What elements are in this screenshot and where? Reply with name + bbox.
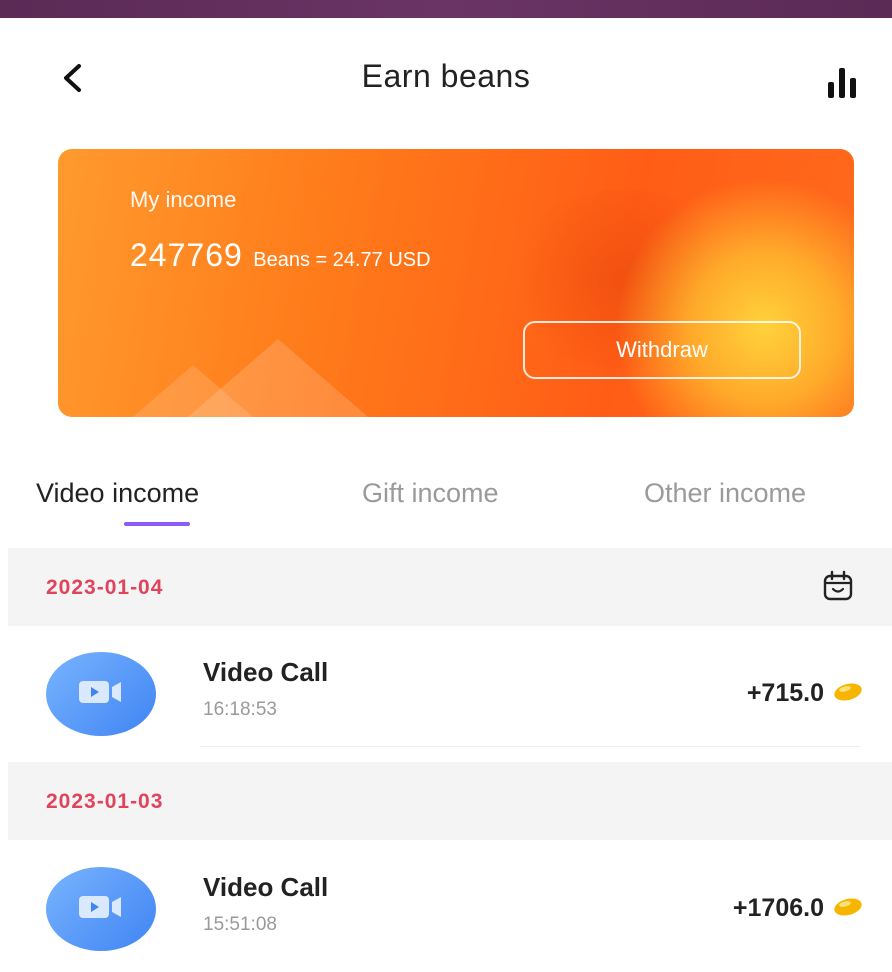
bean-coin-icon: [832, 680, 864, 707]
withdraw-button[interactable]: Withdraw: [523, 321, 801, 379]
item-time: 16:18:53: [203, 699, 277, 720]
date-label: 2023-01-04: [46, 576, 164, 599]
page-title: Earn beans: [361, 58, 531, 94]
row-divider: [200, 746, 860, 747]
date-label: 2023-01-03: [46, 790, 164, 813]
tab-video-income[interactable]: Video income: [36, 478, 199, 509]
income-conversion: Beans = 24.77 USD: [253, 249, 431, 271]
stats-button[interactable]: [822, 62, 862, 98]
date-header: 2023-01-03: [8, 762, 892, 840]
bean-coin-icon: [832, 895, 864, 922]
item-title: Video Call: [203, 657, 329, 687]
header: Earn beans: [0, 18, 892, 128]
item-title: Video Call: [203, 872, 329, 902]
decorative-mountain: [188, 339, 368, 417]
income-amount-row: 247769 Beans = 24.77 USD: [130, 237, 431, 274]
item-time: 15:51:08: [203, 914, 277, 935]
list-item[interactable]: Video Call 16:18:53 +715.0: [0, 627, 892, 757]
item-amount-group: +1706.0: [733, 894, 864, 923]
calendar-button[interactable]: [822, 570, 854, 602]
item-amount: +1706.0: [732, 894, 824, 922]
bar-chart-icon: [828, 68, 856, 98]
item-amount: +715.0: [746, 679, 824, 707]
video-camera-icon: [79, 679, 123, 710]
item-amount-group: +715.0: [747, 679, 864, 708]
video-camera-icon: [79, 894, 123, 925]
income-tabs: Video income Gift income Other income: [0, 460, 892, 530]
active-tab-indicator: [124, 522, 190, 526]
calendar-icon: [822, 570, 854, 606]
list-item[interactable]: Video Call 15:51:08 +1706.0: [0, 842, 892, 972]
income-label: My income: [130, 187, 237, 212]
video-call-avatar: [46, 652, 156, 736]
tab-gift-income[interactable]: Gift income: [362, 478, 499, 509]
income-card: My income 247769 Beans = 24.77 USD Withd…: [58, 149, 854, 417]
income-amount: 247769: [130, 237, 243, 273]
date-header: 2023-01-04: [8, 548, 892, 626]
video-call-avatar: [46, 867, 156, 951]
tab-other-income[interactable]: Other income: [644, 478, 806, 509]
top-status-strip: [0, 0, 892, 18]
